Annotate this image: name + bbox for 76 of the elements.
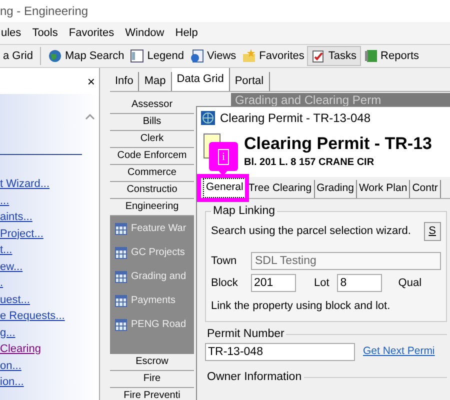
table-icon xyxy=(115,246,127,258)
table-icon xyxy=(115,270,127,282)
toolbar-button[interactable]: Tasks xyxy=(307,46,361,66)
menu-item[interactable]: Window xyxy=(124,24,166,42)
tab[interactable]: Data Grid xyxy=(172,68,230,91)
town-field[interactable]: SDL Testing xyxy=(251,252,441,270)
dialog-subheading: Bl. 201 L. 8 157 CRANE CIR xyxy=(244,156,376,170)
list-icon xyxy=(130,49,144,63)
title-bar: ng - Engineering xyxy=(0,0,450,22)
close-button[interactable]: × xyxy=(87,74,95,88)
group-label: Owner Information xyxy=(206,370,303,385)
menu-item[interactable]: ules xyxy=(0,24,22,42)
task-link[interactable]: g... xyxy=(0,324,99,341)
toolbar-button[interactable]: Favorites xyxy=(239,46,308,66)
grid-title: Grading and Clearing Perm xyxy=(231,93,450,107)
group-label: Permit Number xyxy=(206,326,286,342)
get-next-permit-link[interactable]: Get Next Permi xyxy=(363,344,435,360)
module-button[interactable]: Fire xyxy=(110,371,194,388)
group-label: Map Linking xyxy=(212,204,276,219)
tab[interactable]: Contr xyxy=(410,180,441,198)
menu-item[interactable]: Favorites xyxy=(68,24,116,42)
module-button[interactable]: Code Enforcem xyxy=(110,148,194,165)
book-icon xyxy=(364,49,378,63)
table-icon xyxy=(115,318,127,330)
dialog-title: Clearing Permit - TR-13-048 xyxy=(220,110,370,127)
menu-item[interactable]: Help xyxy=(174,24,199,42)
search-button[interactable]: S xyxy=(424,222,441,240)
task-link[interactable]: . xyxy=(0,275,99,292)
globe-icon xyxy=(48,49,62,63)
task-link[interactable]: Clearing xyxy=(0,341,99,358)
info-marker: i xyxy=(218,148,230,164)
task-link[interactable]: uest... xyxy=(0,292,99,308)
module-button[interactable]: Assessor xyxy=(110,97,194,114)
toolbar-button[interactable]: Map Search xyxy=(44,46,128,66)
permit-number-field[interactable]: TR-13-048 xyxy=(205,343,355,361)
highlight-frame xyxy=(197,174,249,202)
task-link[interactable]: ew... xyxy=(0,258,99,275)
module-button[interactable]: Clerk xyxy=(110,131,194,148)
task-link[interactable]: ion... xyxy=(0,374,99,390)
module-button[interactable]: Commerce xyxy=(110,165,194,182)
module-button[interactable]: Bills xyxy=(110,114,194,131)
task-link[interactable]: ... xyxy=(0,192,99,209)
task-link[interactable]: Project... xyxy=(0,226,99,242)
hint-text: Link the property using block and lot. xyxy=(211,299,392,314)
field-label: Town xyxy=(211,254,238,269)
tab[interactable]: Tree Clearing xyxy=(246,180,315,198)
menu-item[interactable]: Tools xyxy=(31,24,59,42)
tab[interactable]: Work Plan xyxy=(356,180,410,198)
block-field[interactable]: 201 xyxy=(251,274,296,292)
task-link[interactable]: e Requests... xyxy=(0,308,99,324)
toolbar-button[interactable]: Legend xyxy=(127,46,187,66)
table-icon xyxy=(115,294,127,306)
task-link[interactable]: t Wizard... xyxy=(0,176,99,192)
clipboard-check-icon xyxy=(311,49,326,63)
dialog-heading: Clearing Permit - TR-13 xyxy=(244,133,432,155)
globe-icon xyxy=(201,111,215,125)
field-label: Qual xyxy=(398,276,422,291)
folder-star-icon xyxy=(242,49,256,63)
task-link[interactable]: t... xyxy=(0,242,99,258)
module-button[interactable]: Engineering xyxy=(110,199,194,216)
toolbar-button[interactable]: Reports xyxy=(360,46,422,66)
lot-field[interactable]: 8 xyxy=(337,274,382,292)
field-label: Block xyxy=(211,276,239,291)
field-label: Lot xyxy=(314,276,330,291)
scroll-up-icon[interactable] xyxy=(85,114,95,120)
toolbar-button[interactable]: a Grid xyxy=(0,46,36,66)
document-icon xyxy=(190,49,204,63)
module-button[interactable]: Constructio xyxy=(110,182,194,199)
task-link[interactable]: aints... xyxy=(0,209,99,226)
tab[interactable]: General xyxy=(203,178,246,198)
toolbar-button[interactable]: Views xyxy=(187,46,240,66)
module-button[interactable]: Escrow xyxy=(110,354,194,371)
hint-text: Search using the parcel selection wizard. xyxy=(211,224,411,239)
task-link[interactable]: on... xyxy=(0,358,99,374)
table-icon xyxy=(115,222,127,234)
tab[interactable]: Grading xyxy=(314,180,357,198)
